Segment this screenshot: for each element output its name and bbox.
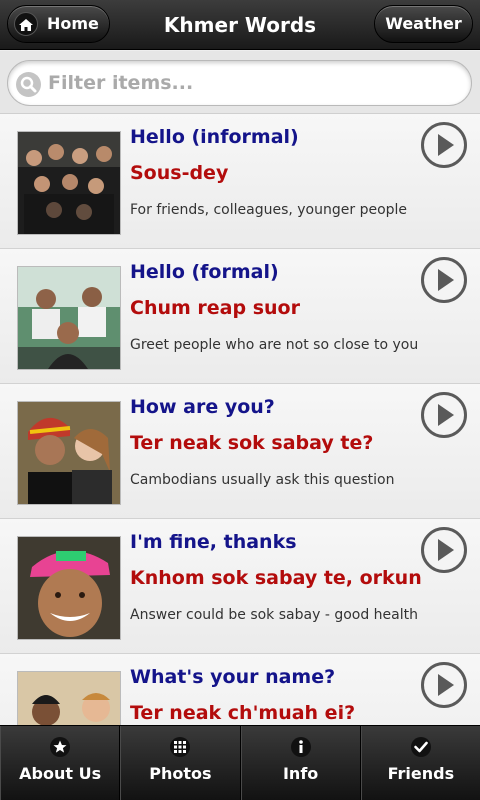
tab-label: About Us	[19, 764, 102, 783]
english-phrase: What's your name?	[130, 666, 336, 688]
list-item[interactable]: How are you? Ter neak sok sabay te? Camb…	[0, 384, 480, 519]
search-icon	[16, 72, 41, 97]
tab-photos[interactable]: Photos	[120, 726, 241, 800]
photo-thumbnail	[17, 401, 121, 505]
photo-thumbnail	[17, 131, 121, 235]
play-icon[interactable]	[420, 391, 468, 443]
list-item[interactable]: Hello (informal) Sous-dey For friends, c…	[0, 114, 480, 249]
usage-note: Answer could be sok sabay - good health	[130, 607, 418, 623]
tab-label: Photos	[149, 764, 212, 783]
list-item[interactable]: What's your name? Ter neak ch'muah ei?	[0, 654, 480, 725]
home-button-label: Home	[47, 14, 99, 33]
tab-label: Friends	[387, 764, 455, 783]
english-phrase: How are you?	[130, 396, 275, 418]
usage-note: Greet people who are not so close to you	[130, 337, 419, 353]
info-icon	[290, 736, 312, 762]
khmer-phrase: Sous-dey	[130, 162, 229, 184]
play-icon[interactable]	[420, 661, 468, 713]
search-field[interactable]	[7, 60, 472, 106]
weather-button[interactable]: Weather	[374, 5, 473, 43]
search-bar	[0, 51, 480, 114]
tab-friends[interactable]: Friends	[360, 726, 480, 800]
header-bar: Khmer Words Home Weather	[0, 0, 480, 50]
star-icon	[49, 736, 71, 762]
khmer-phrase: Chum reap suor	[130, 297, 300, 319]
khmer-phrase: Ter neak ch'muah ei?	[130, 702, 356, 724]
play-icon[interactable]	[420, 256, 468, 308]
grid-icon	[169, 736, 191, 762]
search-input[interactable]	[48, 67, 458, 99]
english-phrase: Hello (informal)	[130, 126, 299, 148]
khmer-phrase: Knhom sok sabay te, orkun	[130, 567, 422, 589]
usage-note: Cambodians usually ask this question	[130, 472, 395, 488]
check-icon	[410, 736, 432, 762]
tab-bar: About Us Photos Info Friends	[0, 725, 480, 800]
tab-label: Info	[282, 764, 319, 783]
english-phrase: I'm fine, thanks	[130, 531, 297, 553]
home-button[interactable]: Home	[7, 5, 110, 43]
tab-info[interactable]: Info	[240, 726, 361, 800]
play-icon[interactable]	[420, 121, 468, 173]
usage-note: For friends, colleagues, younger people	[130, 202, 408, 218]
home-icon	[14, 12, 38, 36]
list-item[interactable]: Hello (formal) Chum reap suor Greet peop…	[0, 249, 480, 384]
english-phrase: Hello (formal)	[130, 261, 279, 283]
photo-thumbnail	[17, 671, 121, 725]
khmer-phrase: Ter neak sok sabay te?	[130, 432, 374, 454]
list-item[interactable]: I'm fine, thanks Knhom sok sabay te, ork…	[0, 519, 480, 654]
photo-thumbnail	[17, 266, 121, 370]
photo-thumbnail	[17, 536, 121, 640]
tab-about-us[interactable]: About Us	[0, 726, 121, 800]
word-list: Hello (informal) Sous-dey For friends, c…	[0, 114, 480, 725]
play-icon[interactable]	[420, 526, 468, 578]
